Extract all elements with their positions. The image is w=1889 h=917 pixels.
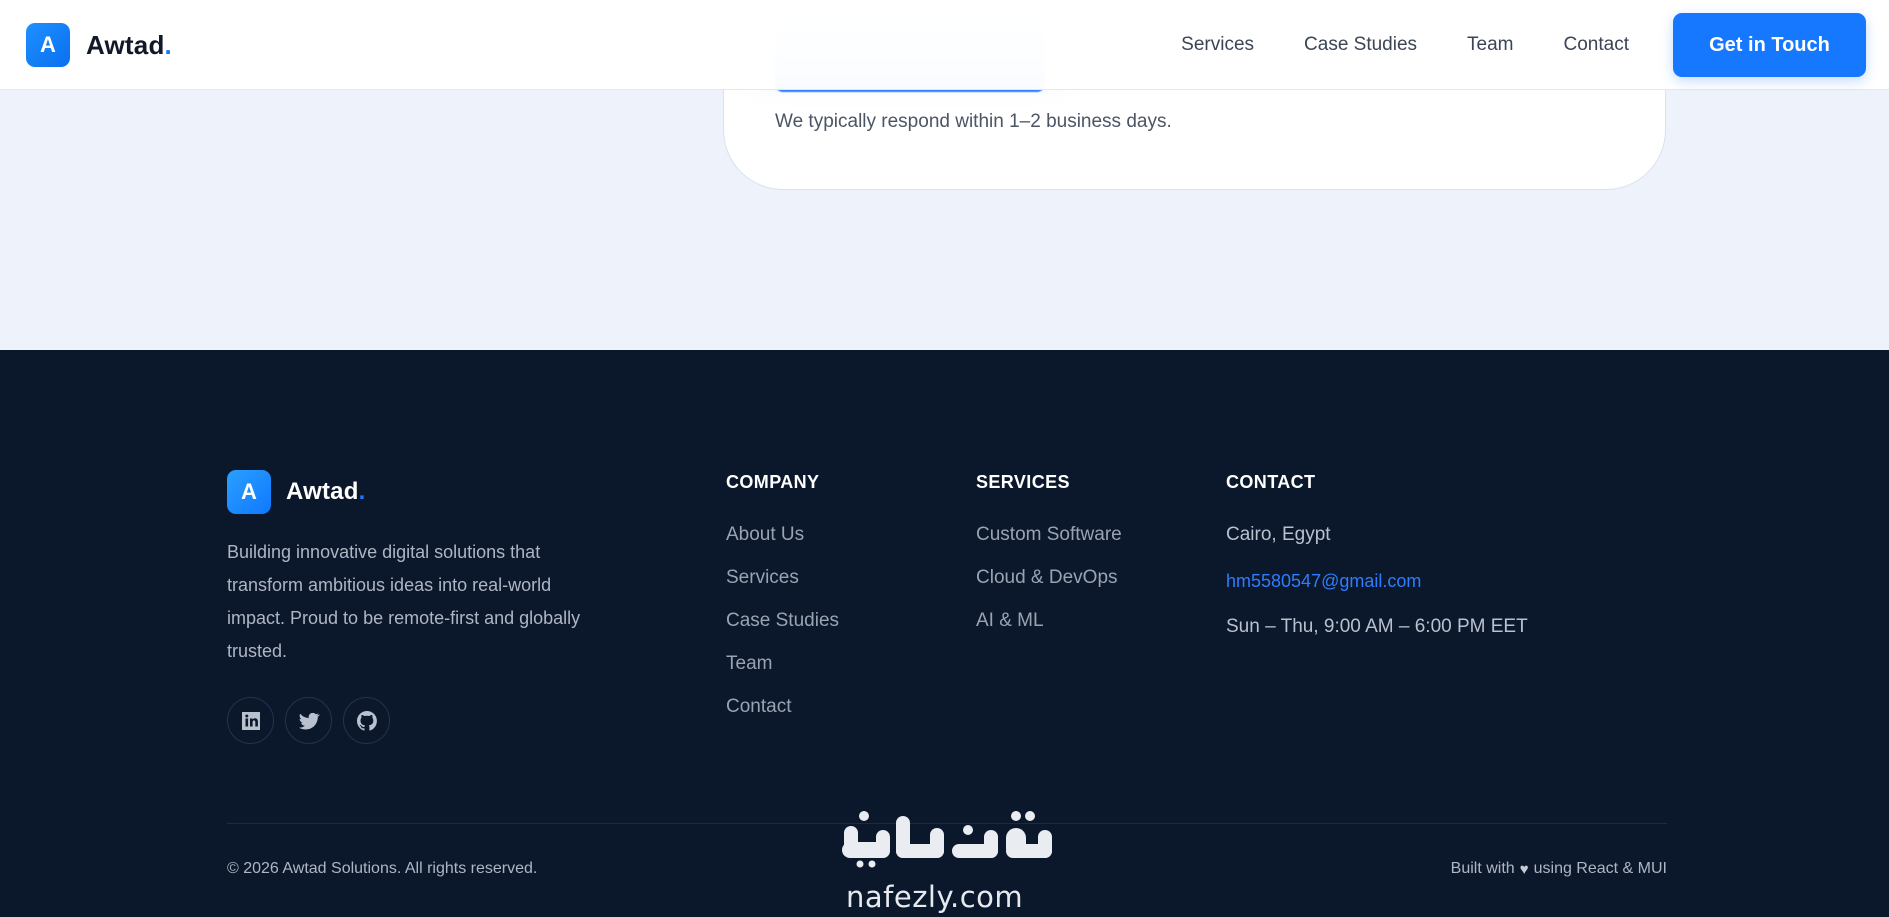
social-links [227, 697, 390, 744]
services-heading: SERVICES [976, 472, 1070, 492]
contact-location: Cairo, Egypt [1226, 524, 1331, 545]
twitter-icon [298, 712, 320, 729]
nav-services[interactable]: Services [1181, 34, 1254, 56]
company-heading: COMPANY [726, 472, 820, 492]
heart-icon: ♥ [1519, 860, 1529, 878]
nav-team[interactable]: Team [1467, 34, 1513, 56]
twitter-link[interactable] [285, 697, 332, 744]
footer-logo[interactable]: A Awtad. [227, 470, 365, 514]
footer-link-case-studies[interactable]: Case Studies [726, 609, 839, 652]
footer-link-ai-ml[interactable]: AI & ML [976, 609, 1122, 652]
footer-logo-mark: A [227, 470, 271, 514]
site-header: A Awtad. Services Case Studies Team Cont… [0, 0, 1889, 90]
nav-case-studies[interactable]: Case Studies [1304, 34, 1417, 56]
built-with-text: Built with ♥ using React & MUI [1450, 860, 1667, 878]
contact-email-link[interactable]: hm5580547@gmail.com [1226, 569, 1528, 615]
response-note: We typically respond within 1–2 business… [775, 111, 1172, 132]
footer-link-about-us[interactable]: About Us [726, 523, 839, 566]
footer-link-contact[interactable]: Contact [726, 695, 839, 738]
get-in-touch-button[interactable]: Get in Touch [1673, 13, 1866, 77]
contact-heading: CONTACT [1226, 472, 1316, 492]
brand-name: Awtad. [86, 29, 172, 60]
contact-hours: Sun – Thu, 9:00 AM – 6:00 PM EET [1226, 616, 1528, 637]
footer-link-services[interactable]: Services [726, 566, 839, 609]
github-icon [356, 710, 377, 731]
footer-link-team[interactable]: Team [726, 652, 839, 695]
footer-services-column: SERVICES Custom Software Cloud & DevOps … [976, 472, 1122, 652]
linkedin-icon [241, 711, 260, 730]
nafezly-arabic-logo [842, 811, 1052, 868]
nav-contact[interactable]: Contact [1564, 34, 1629, 56]
footer-brand-name: Awtad. [286, 478, 366, 505]
logo-mark: A [26, 23, 70, 67]
linkedin-link[interactable] [227, 697, 274, 744]
footer-contact-column: CONTACT Cairo, Egypt hm5580547@gmail.com… [1226, 472, 1528, 661]
footer-link-cloud-devops[interactable]: Cloud & DevOps [976, 566, 1122, 609]
copyright-text: © 2026 Awtad Solutions. All rights reser… [227, 860, 538, 877]
footer-description: Building innovative digital solutions th… [227, 542, 581, 661]
brand-logo[interactable]: A Awtad. [26, 23, 172, 67]
github-link[interactable] [343, 697, 390, 744]
footer-link-custom-software[interactable]: Custom Software [976, 523, 1122, 566]
footer-company-column: COMPANY About Us Services Case Studies T… [726, 472, 839, 738]
nafezly-watermark: nafezly.com [840, 808, 1055, 917]
main-nav: Services Case Studies Team Contact [1181, 0, 1629, 90]
nafezly-latin-text: nafezly.com [846, 880, 1024, 914]
